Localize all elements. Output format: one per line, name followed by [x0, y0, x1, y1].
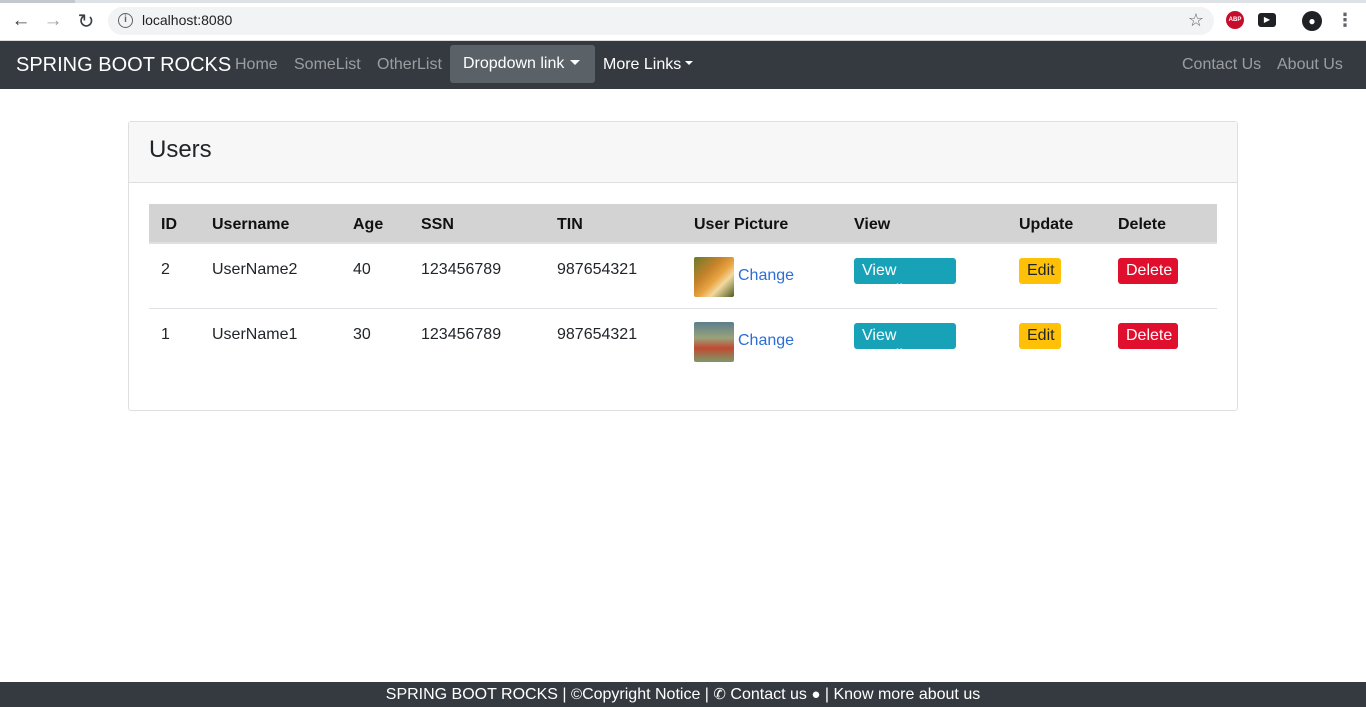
cell-age: 30: [353, 326, 371, 343]
cell-tin: 987654321: [557, 326, 638, 343]
back-icon[interactable]: ←: [9, 9, 33, 33]
header-ssn: SSN: [421, 216, 454, 233]
app-navbar: SPRING BOOT ROCKS Home SomeList OtherLis…: [0, 41, 1366, 89]
header-delete: Delete: [1118, 216, 1167, 233]
url-text[interactable]: localhost:8080: [142, 12, 232, 28]
youtube-icon[interactable]: ▶: [1258, 13, 1276, 27]
account-icon[interactable]: ●: [1302, 11, 1322, 31]
dropdown-link-button[interactable]: Dropdown link: [450, 45, 595, 83]
nav-link-home[interactable]: Home: [235, 56, 278, 74]
header-id: ID: [161, 216, 177, 233]
nav-link-about-us[interactable]: About Us: [1277, 56, 1343, 74]
user-picture-thumbnail: [694, 257, 734, 297]
adblock-icon[interactable]: ABP: [1226, 11, 1244, 29]
cell-id: 1: [161, 326, 170, 343]
nav-link-somelist[interactable]: SomeList: [294, 56, 361, 74]
user-picture-thumbnail: [694, 322, 734, 362]
footer-contact-link[interactable]: Contact us: [730, 686, 806, 703]
header-update: Update: [1019, 216, 1074, 233]
copyright-icon: ©: [571, 686, 583, 703]
header-user-picture: User Picture: [694, 216, 789, 233]
phone-icon: ✆: [713, 686, 726, 703]
more-vert-icon[interactable]: ⋮: [1336, 11, 1354, 29]
forward-icon[interactable]: →: [41, 9, 65, 33]
change-picture-link[interactable]: Change: [738, 332, 794, 350]
view-details-button[interactable]: View Details: [854, 258, 956, 299]
change-picture-link[interactable]: Change: [738, 267, 794, 285]
more-links-dropdown[interactable]: More Links: [603, 56, 694, 74]
browser-toolbar: ← → ↻ i localhost:8080 ☆ ABP ▶ ● ⋮: [0, 0, 1366, 41]
page-footer: SPRING BOOT ROCKS | ©Copyright Notice | …: [0, 682, 1366, 707]
chevron-down-icon: [570, 59, 581, 65]
page-title: Users: [149, 136, 212, 163]
tab-strip: [0, 0, 1366, 3]
delete-button[interactable]: Delete: [1118, 258, 1178, 284]
cell-id: 2: [161, 261, 170, 278]
users-card: Users ID Username Age SSN TIN User Pictu…: [128, 121, 1238, 411]
address-bar[interactable]: i localhost:8080 ☆: [108, 7, 1214, 35]
cell-age: 40: [353, 261, 371, 278]
info-icon[interactable]: i: [118, 13, 133, 28]
more-links-label: More Links: [603, 56, 682, 73]
card-header: Users: [129, 122, 1237, 183]
active-tab[interactable]: [0, 0, 75, 3]
view-details-button[interactable]: View Details: [854, 323, 956, 364]
table-row: 1 UserName1 30 123456789 987654321 Chang…: [149, 309, 1217, 374]
header-age: Age: [353, 216, 384, 233]
star-icon[interactable]: ☆: [1188, 10, 1204, 31]
header-username: Username: [212, 216, 290, 233]
delete-button[interactable]: Delete: [1118, 323, 1178, 349]
header-tin: TIN: [557, 216, 583, 233]
cell-username: UserName1: [212, 326, 298, 343]
cell-tin: 987654321: [557, 261, 638, 278]
header-view: View: [854, 216, 891, 233]
edit-button[interactable]: Edit: [1019, 258, 1061, 284]
cell-ssn: 123456789: [421, 326, 502, 343]
cell-username: UserName2: [212, 261, 298, 278]
footer-copyright: Copyright Notice: [582, 686, 701, 703]
footer-brand: SPRING BOOT ROCKS: [385, 686, 558, 703]
table-header: ID Username Age SSN TIN User Picture Vie…: [149, 204, 1217, 244]
reload-icon[interactable]: ↻: [74, 9, 98, 33]
navbar-brand[interactable]: SPRING BOOT ROCKS: [16, 54, 231, 77]
comment-icon: ●: [811, 686, 821, 703]
table-row: 2 UserName2 40 123456789 987654321 Chang…: [149, 244, 1217, 309]
footer-about-link[interactable]: Know more about us: [833, 686, 980, 703]
dropdown-link-label: Dropdown link: [463, 55, 565, 72]
nav-link-contact-us[interactable]: Contact Us: [1182, 56, 1261, 74]
chevron-down-icon: [685, 61, 694, 66]
nav-link-otherlist[interactable]: OtherList: [377, 56, 442, 74]
edit-button[interactable]: Edit: [1019, 323, 1061, 349]
cell-ssn: 123456789: [421, 261, 502, 278]
